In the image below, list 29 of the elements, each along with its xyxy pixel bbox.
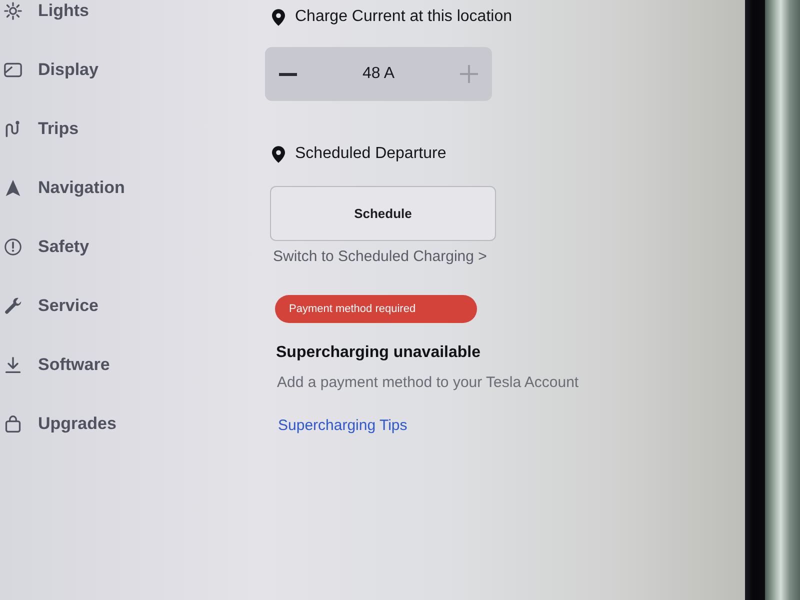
screen-icon xyxy=(4,61,22,79)
location-pin-icon xyxy=(272,146,285,162)
download-icon xyxy=(4,356,22,374)
switch-charging-link[interactable]: Switch to Scheduled Charging > xyxy=(273,247,487,267)
plus-icon xyxy=(460,65,478,83)
sidebar-item[interactable]: Safety xyxy=(0,236,98,258)
section-heading: Scheduled Departure xyxy=(295,144,446,164)
sidebar-item[interactable]: Upgrades xyxy=(0,413,124,435)
sidebar-item[interactable]: Trips xyxy=(0,118,87,140)
supercharging-tips-link[interactable]: Supercharging Tips xyxy=(278,416,408,436)
section-heading: Charge Current at this location xyxy=(295,7,512,27)
wrench-icon xyxy=(4,297,22,315)
sidebar-item[interactable]: Software xyxy=(0,354,118,376)
navigation-arrow-icon xyxy=(4,179,22,197)
route-icon xyxy=(4,120,22,138)
location-pin-icon xyxy=(272,8,285,26)
bag-icon xyxy=(4,415,22,433)
sidebar-item[interactable]: Lights xyxy=(0,0,97,22)
supercharging-status: Supercharging unavailable xyxy=(276,343,480,363)
current-value: 48 A xyxy=(362,65,395,83)
alert-icon xyxy=(4,238,22,256)
minus-icon xyxy=(279,72,297,76)
sidebar-item[interactable]: Navigation xyxy=(0,177,133,199)
payment-required-badge: Payment method required xyxy=(275,295,477,323)
payment-message: Add a payment method to your Tesla Account xyxy=(277,373,579,393)
sun-icon xyxy=(4,2,22,20)
sidebar-item[interactable]: Display xyxy=(0,59,106,81)
sidebar-item[interactable]: Service xyxy=(0,295,106,317)
schedule-button[interactable]: Schedule xyxy=(270,186,496,241)
